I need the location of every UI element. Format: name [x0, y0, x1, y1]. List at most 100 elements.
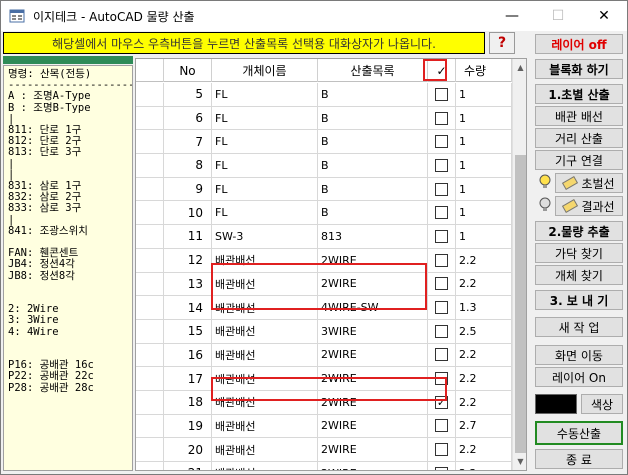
- header-check[interactable]: ✓: [428, 59, 456, 82]
- cell-qty[interactable]: 2.2: [456, 462, 512, 470]
- maximize-button[interactable]: ☐: [535, 1, 581, 31]
- row-header-cell[interactable]: [136, 296, 164, 319]
- row-header-cell[interactable]: [136, 414, 164, 438]
- row-header-cell[interactable]: [136, 438, 164, 461]
- row-header-cell[interactable]: [136, 154, 164, 177]
- cell-no[interactable]: 7: [164, 130, 212, 154]
- cell-check[interactable]: ✓: [428, 390, 456, 414]
- cell-check[interactable]: [428, 248, 456, 272]
- cell-no[interactable]: 16: [164, 343, 212, 367]
- cell-item[interactable]: 4WIRE-SW: [318, 296, 428, 319]
- command-legend-panel[interactable]: 명령: 산목(전등) -------------------- A : 조명A-…: [3, 65, 133, 471]
- row-checkbox[interactable]: [435, 466, 448, 470]
- table-row[interactable]: 6 FL B 1: [136, 106, 512, 131]
- cell-check[interactable]: [428, 296, 456, 319]
- cell-check[interactable]: [428, 319, 456, 343]
- row-checkbox[interactable]: [435, 182, 448, 196]
- table-row[interactable]: 15 배관배선 3WIRE 2.5: [136, 319, 512, 344]
- row-header-cell[interactable]: [136, 201, 164, 225]
- manual-calc-button[interactable]: 수동산출: [535, 421, 623, 445]
- cell-no[interactable]: 15: [164, 319, 212, 343]
- cell-check[interactable]: [428, 177, 456, 201]
- cell-item[interactable]: B: [318, 201, 428, 225]
- vertical-scrollbar[interactable]: ▲ ▼: [512, 59, 526, 470]
- result-line-button[interactable]: 결과선: [555, 196, 623, 216]
- cell-item[interactable]: 2WIRE: [318, 414, 428, 438]
- table-row[interactable]: 11 SW-3 813 1: [136, 225, 512, 249]
- cell-no[interactable]: 20: [164, 438, 212, 461]
- cell-qty[interactable]: 2.2: [456, 367, 512, 390]
- scroll-down-icon[interactable]: ▼: [513, 453, 526, 470]
- cell-item[interactable]: 2WIRE: [318, 367, 428, 390]
- cell-qty[interactable]: 2.2: [456, 438, 512, 461]
- cell-no[interactable]: 12: [164, 248, 212, 272]
- cell-name[interactable]: 배관배선: [212, 462, 318, 470]
- table-row[interactable]: 19 배관배선 2WIRE 2.7: [136, 414, 512, 439]
- cell-no[interactable]: 8: [164, 154, 212, 177]
- cell-item[interactable]: B: [318, 154, 428, 177]
- section1-button[interactable]: 1.초별 산출: [535, 84, 623, 104]
- cell-item[interactable]: 2WIRE: [318, 272, 428, 296]
- cell-qty[interactable]: 2.2: [456, 390, 512, 414]
- section3-button[interactable]: 3. 보 내 기: [535, 290, 623, 310]
- cell-name[interactable]: 배관배선: [212, 319, 318, 343]
- table-row[interactable]: 20 배관배선 2WIRE 2.2: [136, 438, 512, 462]
- cell-name[interactable]: FL: [212, 201, 318, 225]
- cell-name[interactable]: FL: [212, 177, 318, 201]
- cell-name[interactable]: FL: [212, 130, 318, 154]
- pipe-wire-button[interactable]: 배관 배선: [535, 106, 623, 126]
- cell-no[interactable]: 6: [164, 106, 212, 130]
- bulb-off-icon[interactable]: [537, 196, 553, 214]
- row-header-cell[interactable]: [136, 390, 164, 414]
- cell-qty[interactable]: 1: [456, 154, 512, 177]
- table-row[interactable]: 18 배관배선 2WIRE ✓ 2.2: [136, 390, 512, 415]
- table-row[interactable]: 13 배관배선 2WIRE 2.2: [136, 272, 512, 297]
- cell-check[interactable]: [428, 225, 456, 248]
- row-checkbox[interactable]: ✓: [435, 395, 448, 409]
- row-checkbox[interactable]: [435, 348, 448, 362]
- cell-item[interactable]: 2WIRE: [318, 390, 428, 414]
- row-checkbox[interactable]: [435, 301, 448, 315]
- cell-check[interactable]: [428, 106, 456, 130]
- cell-check[interactable]: [428, 272, 456, 296]
- new-work-button[interactable]: 새 작 업: [535, 317, 623, 337]
- cell-qty[interactable]: 1: [456, 201, 512, 225]
- cell-name[interactable]: 배관배선: [212, 248, 318, 272]
- color-button[interactable]: 색상: [581, 394, 623, 414]
- cell-name[interactable]: 배관배선: [212, 367, 318, 390]
- cell-name[interactable]: SW-3: [212, 225, 318, 248]
- cell-check[interactable]: [428, 367, 456, 390]
- row-checkbox[interactable]: [435, 253, 448, 267]
- cell-name[interactable]: 배관배선: [212, 296, 318, 319]
- fixture-link-button[interactable]: 기구 연결: [535, 150, 623, 170]
- row-checkbox[interactable]: [435, 87, 448, 101]
- table-row[interactable]: 5 FL B 1: [136, 83, 512, 107]
- cell-item[interactable]: 813: [318, 225, 428, 248]
- cell-qty[interactable]: 1: [456, 83, 512, 106]
- cell-check[interactable]: [428, 130, 456, 154]
- initial-line-button[interactable]: 초벌선: [555, 173, 623, 193]
- cell-item[interactable]: 2WIRE: [318, 462, 428, 470]
- header-qty[interactable]: 수량: [456, 59, 512, 82]
- cell-no[interactable]: 14: [164, 296, 212, 319]
- row-checkbox[interactable]: [435, 158, 448, 172]
- cell-name[interactable]: 배관배선: [212, 343, 318, 367]
- row-checkbox[interactable]: [435, 135, 448, 149]
- minimize-button[interactable]: —: [489, 1, 535, 31]
- layer-off-button[interactable]: 레이어 off: [535, 34, 623, 54]
- cell-no[interactable]: 18: [164, 390, 212, 414]
- cell-qty[interactable]: 2.2: [456, 272, 512, 296]
- row-checkbox[interactable]: [435, 419, 448, 433]
- row-header-cell[interactable]: [136, 319, 164, 343]
- cell-check[interactable]: [428, 414, 456, 438]
- cell-item[interactable]: 2WIRE: [318, 248, 428, 272]
- row-checkbox[interactable]: [435, 443, 448, 457]
- table-row[interactable]: 10 FL B 1: [136, 201, 512, 226]
- cell-qty[interactable]: 1: [456, 130, 512, 154]
- cell-item[interactable]: 3WIRE: [318, 319, 428, 343]
- cell-qty[interactable]: 1: [456, 225, 512, 248]
- cell-item[interactable]: B: [318, 106, 428, 130]
- table-row[interactable]: 12 배관배선 2WIRE 2.2: [136, 248, 512, 273]
- exit-button[interactable]: 종 료: [535, 449, 623, 469]
- layer-on-button[interactable]: 레이어 On: [535, 367, 623, 387]
